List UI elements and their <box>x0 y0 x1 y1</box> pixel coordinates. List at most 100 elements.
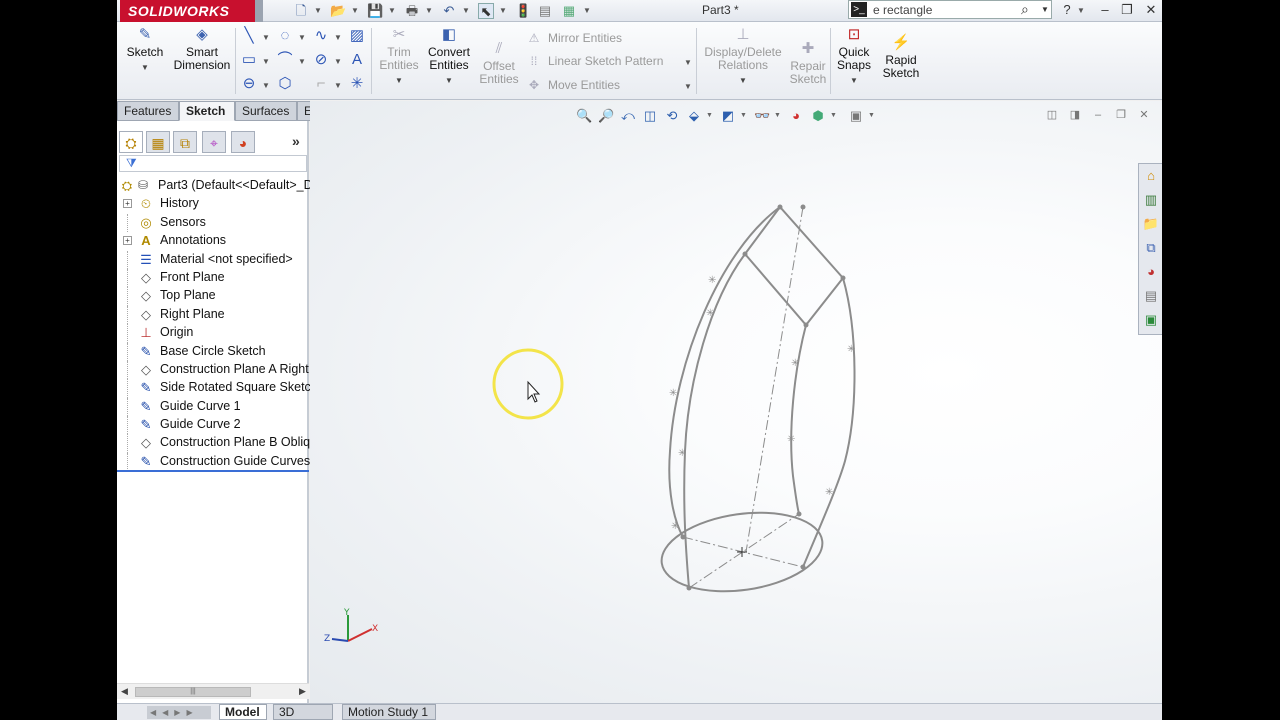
undo-dropdown-caret[interactable]: ▼ <box>462 6 470 15</box>
rectangle-icon[interactable]: ▭ <box>240 51 258 69</box>
tree-item-sensors[interactable]: ◎ Sensors <box>117 213 309 233</box>
circle-icon[interactable]: ◌ <box>276 27 294 45</box>
tab-surfaces[interactable]: Surfaces <box>235 101 297 121</box>
tab-features[interactable]: Features <box>117 101 179 121</box>
tree-item-origin[interactable]: ⊥ Origin <box>117 324 309 343</box>
pattern-dropdown-caret[interactable]: ▼ <box>684 58 692 67</box>
tab-sketch[interactable]: Sketch <box>179 101 235 121</box>
options-icon[interactable]: ▦ <box>561 3 577 19</box>
expand-toggle-icon[interactable]: + <box>123 199 132 209</box>
new-document-icon[interactable]: 🗋 <box>293 3 309 19</box>
tree-item-annotations[interactable]: + A Annotations <box>117 232 309 250</box>
feature-manager-tab-icon[interactable]: ⛭ <box>119 131 143 153</box>
configuration-manager-tab-icon[interactable]: ⧉ <box>173 131 197 153</box>
open-dropdown-caret[interactable]: ▼ <box>351 6 359 15</box>
tree-item-construction-plane-b[interactable]: ◇ Construction Plane B Obliqu <box>117 434 317 453</box>
tree-item-guide-curve-1[interactable]: ✎ Guide Curve 1 <box>117 397 309 417</box>
rectangle-dropdown-caret[interactable]: ▼ <box>262 57 270 66</box>
tree-item-right-plane[interactable]: ◇ Right Plane <box>117 305 309 325</box>
undo-icon[interactable]: ↶ <box>441 3 457 19</box>
minimize-button[interactable]: – <box>1095 1 1115 19</box>
file-properties-icon[interactable]: ▤ <box>537 3 553 19</box>
menu-pin-tab[interactable] <box>255 0 263 22</box>
scroll-thumb[interactable]: ||| <box>135 687 251 697</box>
open-folder-icon[interactable]: 📂 <box>330 3 346 19</box>
offset-entities-button[interactable]: ⫽ Offset Entities <box>477 40 521 86</box>
tree-item-material[interactable]: ☰ Material <not specified> <box>117 250 309 269</box>
tab-motion-study-1[interactable]: Motion Study 1 <box>342 704 436 720</box>
new-dropdown-caret[interactable]: ▼ <box>314 6 322 15</box>
close-button[interactable]: ✕ <box>1141 1 1161 19</box>
print-icon[interactable]: 🖶 <box>404 3 420 19</box>
point-icon[interactable]: ✳ <box>348 75 366 93</box>
command-search-box[interactable]: >_ ⌕ ▼ <box>848 0 1052 19</box>
move-dropdown-caret[interactable]: ▼ <box>684 82 692 91</box>
dimxpert-manager-tab-icon[interactable]: ⌖ <box>202 131 226 153</box>
tab-3d-views[interactable]: 3D Views <box>273 704 333 720</box>
tree-item-side-rotated-square-sketch[interactable]: ✎ Side Rotated Square Sketch <box>117 379 318 398</box>
line-icon[interactable]: ╲ <box>240 27 258 45</box>
rapid-sketch-button[interactable]: ⚡ Rapid Sketch <box>880 34 922 80</box>
expand-tabs-icon[interactable]: » <box>292 133 300 149</box>
options-dropdown-caret[interactable]: ▼ <box>583 6 591 15</box>
scroll-right-arrow-icon[interactable]: ▶ <box>299 686 306 697</box>
quick-snaps-dropdown-caret[interactable]: ▼ <box>834 74 874 87</box>
tree-root-part[interactable]: ⛭ ⛁ Part3 (Default<<Default>_D <box>117 177 313 195</box>
scroll-left-arrow-icon[interactable]: ◀ <box>121 686 128 697</box>
move-entities-button[interactable]: ✥ Move Entities <box>526 78 620 92</box>
custom-properties-icon[interactable]: ▤ <box>1142 287 1160 305</box>
home-icon[interactable]: ⌂ <box>1142 167 1160 185</box>
tree-item-base-circle-sketch[interactable]: ✎ Base Circle Sketch <box>117 342 309 361</box>
design-library-icon[interactable]: ▥ <box>1142 191 1160 209</box>
property-manager-tab-icon[interactable]: ▦ <box>146 131 170 153</box>
polygon-icon[interactable]: ⬡ <box>276 75 294 93</box>
tree-item-top-plane[interactable]: ◇ Top Plane <box>117 287 309 306</box>
slot-icon[interactable]: ⊖ <box>240 75 258 93</box>
graphics-area[interactable]: 🔍 🔎 ⤺ ◫ ⟲ ⬙ ▼ ◩ ▼ 👓 ▼ ◕ ⬢ ▼ ▣ ▼ ◫ ◨ – ❐ … <box>310 101 1162 703</box>
help-icon[interactable]: ? <box>1057 1 1077 19</box>
search-icon[interactable]: ⌕ <box>1021 1 1029 18</box>
hatch-icon[interactable]: ▨ <box>348 27 366 45</box>
horizontal-scrollbar[interactable]: ◀ ||| ▶ <box>117 683 309 699</box>
tree-item-front-plane[interactable]: ◇ Front Plane <box>117 268 309 288</box>
smart-dimension-button[interactable]: ◈ Smart Dimension <box>169 26 235 72</box>
arc-icon[interactable]: ⌒ <box>276 51 294 69</box>
arc-dropdown-caret[interactable]: ▼ <box>298 57 306 66</box>
file-explorer-icon[interactable]: 📁 <box>1142 215 1160 233</box>
tab-model[interactable]: Model <box>219 704 267 720</box>
trim-entities-button[interactable]: ✂ Trim Entities ▼ <box>376 26 422 87</box>
search-dropdown-caret[interactable]: ▼ <box>1041 5 1049 14</box>
convert-entities-button[interactable]: ◧ Convert Entities ▼ <box>424 26 474 87</box>
search-input[interactable] <box>873 2 1023 17</box>
save-dropdown-caret[interactable]: ▼ <box>388 6 396 15</box>
mirror-entities-button[interactable]: ⚠ Mirror Entities <box>526 31 622 45</box>
fillet-dropdown-caret[interactable]: ▼ <box>334 81 342 90</box>
relations-dropdown-caret[interactable]: ▼ <box>701 74 785 87</box>
slot-dropdown-caret[interactable]: ▼ <box>262 81 270 90</box>
solidworks-logo[interactable]: SOLIDWORKS <box>120 0 255 22</box>
linear-sketch-pattern-button[interactable]: ⁞⁞ Linear Sketch Pattern <box>526 54 664 68</box>
tab-navigation-arrows-icon[interactable]: ◀◀▶▶ <box>147 706 211 719</box>
tree-item-construction-guide-curves[interactable]: ✎ Construction Guide Curves <box>117 452 310 472</box>
rebuild-icon[interactable]: 🚦 <box>515 3 531 19</box>
expand-toggle-icon[interactable]: + <box>123 236 132 246</box>
tree-item-guide-curve-2[interactable]: ✎ Guide Curve 2 <box>117 416 309 435</box>
circle-dropdown-caret[interactable]: ▼ <box>298 33 306 42</box>
ellipse-icon[interactable]: ⊘ <box>312 51 330 69</box>
trim-dropdown-caret[interactable]: ▼ <box>376 74 422 87</box>
display-delete-relations-button[interactable]: ⊥ Display/Delete Relations ▼ <box>701 26 785 87</box>
line-dropdown-caret[interactable]: ▼ <box>262 33 270 42</box>
tree-filter-bar[interactable]: ⧩ <box>119 155 307 172</box>
display-manager-tab-icon[interactable]: ◕ <box>231 131 255 153</box>
print-dropdown-caret[interactable]: ▼ <box>425 6 433 15</box>
save-icon[interactable]: 💾 <box>367 3 383 19</box>
select-arrow-icon[interactable]: ⬉ <box>478 3 494 19</box>
appearances-icon[interactable]: ◕ <box>1142 263 1160 281</box>
text-icon[interactable]: A <box>348 51 366 69</box>
sketch-button[interactable]: ✎ Sketch ▼ <box>125 26 165 74</box>
spline-icon[interactable]: ∿ <box>312 27 330 45</box>
solidworks-forum-icon[interactable]: ▣ <box>1142 311 1160 329</box>
view-palette-icon[interactable]: ⧉ <box>1142 239 1160 257</box>
tree-item-history[interactable]: + ⏲ History <box>117 195 309 213</box>
restore-button[interactable]: ❐ <box>1117 1 1137 19</box>
